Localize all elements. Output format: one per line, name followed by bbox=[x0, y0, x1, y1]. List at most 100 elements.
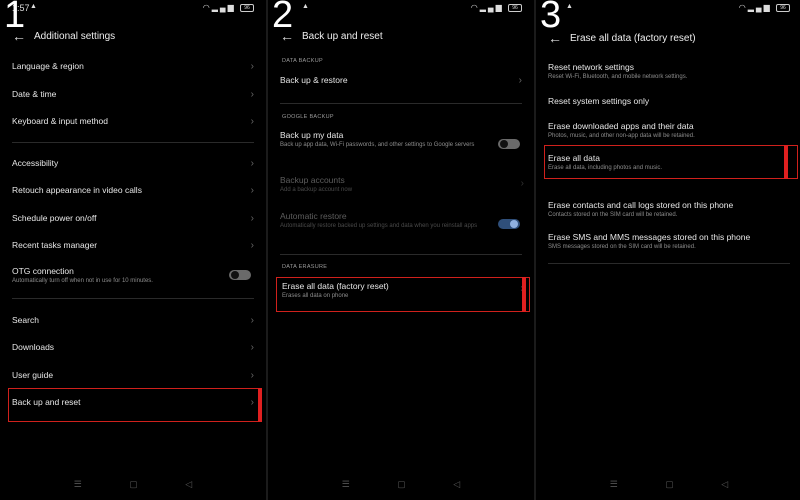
settings-row-language[interactable]: Language & region › bbox=[12, 52, 254, 80]
row-label: Erase contacts and call logs stored on t… bbox=[548, 200, 734, 210]
backup-restore-row[interactable]: Back up & restore › bbox=[280, 66, 522, 94]
signal-icon: ▂▄▆ bbox=[747, 3, 772, 12]
erase-apps-row[interactable]: Erase downloaded apps and their data Pho… bbox=[548, 121, 790, 141]
erase-contacts-row[interactable]: Erase contacts and call logs stored on t… bbox=[548, 200, 790, 220]
home-icon[interactable]: ▢ bbox=[397, 479, 406, 490]
divider bbox=[280, 103, 522, 104]
page-title: Additional settings bbox=[34, 30, 116, 42]
back-arrow-icon[interactable]: ← bbox=[280, 28, 302, 44]
divider bbox=[548, 263, 790, 264]
row-label: Language & region bbox=[12, 61, 84, 71]
highlight-box bbox=[276, 277, 530, 312]
reset-system-row[interactable]: Reset system settings only bbox=[548, 96, 790, 106]
settings-row-otg[interactable]: OTG connection Automatically turn off wh… bbox=[12, 266, 254, 286]
row-label: Downloads bbox=[12, 342, 55, 352]
row-label: Automatic restore bbox=[280, 211, 347, 221]
row-subtitle: Back up app data, Wi-Fi passwords, and o… bbox=[280, 142, 475, 148]
automatic-restore-row: Automatic restore Automatically restore … bbox=[280, 211, 490, 231]
settings-row-recent-tasks[interactable]: Recent tasks manager › bbox=[12, 231, 254, 259]
chevron-right-icon: › bbox=[250, 239, 254, 251]
signal-icon: ▂▄▆ bbox=[479, 3, 504, 12]
chevron-right-icon: › bbox=[518, 74, 522, 86]
row-subtitle: Automatically turn off when not in use f… bbox=[12, 278, 153, 284]
page-header: ← Erase all data (factory reset) bbox=[548, 29, 790, 47]
back-icon[interactable]: ◁ bbox=[453, 479, 460, 490]
page-title: Erase all data (factory reset) bbox=[570, 32, 696, 44]
settings-row-schedule-power[interactable]: Schedule power on/off › bbox=[12, 204, 254, 232]
alert-icon: ▲ bbox=[302, 3, 309, 10]
row-label: Retouch appearance in video calls bbox=[12, 185, 142, 195]
row-label: Accessibility bbox=[12, 158, 59, 168]
navigation-bar: ☰ ▢ ◁ bbox=[536, 479, 800, 490]
automatic-restore-toggle bbox=[498, 219, 520, 229]
panel-erase-all-data: ▲ ◠▂▄▆ 96 3 ← Erase all data (factory re… bbox=[536, 0, 800, 500]
back-icon[interactable]: ◁ bbox=[185, 479, 192, 490]
panel-additional-settings: 1:57 ▲ ◠▂▄▆ 96 1 ← Additional settings L… bbox=[0, 0, 266, 500]
menu-icon[interactable]: ☰ bbox=[74, 479, 82, 490]
battery-icon: 96 bbox=[240, 3, 254, 12]
wifi-icon: ◠ bbox=[470, 3, 480, 12]
back-arrow-icon[interactable]: ← bbox=[12, 28, 34, 44]
row-subtitle: Reset Wi-Fi, Bluetooth, and mobile netwo… bbox=[548, 74, 688, 80]
menu-icon[interactable]: ☰ bbox=[342, 479, 350, 490]
home-icon[interactable]: ▢ bbox=[129, 479, 138, 490]
alert-icon: ▲ bbox=[30, 3, 37, 10]
row-label: User guide bbox=[12, 370, 54, 380]
row-subtitle: SMS messages stored on the SIM card will… bbox=[548, 244, 696, 250]
row-label: Date & time bbox=[12, 89, 57, 99]
chevron-right-icon: › bbox=[250, 369, 254, 381]
otg-toggle[interactable] bbox=[229, 270, 251, 280]
row-label: Reset system settings only bbox=[548, 96, 650, 106]
page-header: ← Back up and reset bbox=[280, 27, 522, 45]
chevron-right-icon: › bbox=[250, 88, 254, 100]
navigation-bar: ☰ ▢ ◁ bbox=[0, 479, 266, 490]
toggle-knob bbox=[500, 140, 508, 148]
section-header: DATA ERASURE bbox=[282, 264, 328, 270]
row-label: Erase downloaded apps and their data bbox=[548, 121, 694, 131]
back-arrow-icon[interactable]: ← bbox=[548, 30, 570, 46]
menu-icon[interactable]: ☰ bbox=[610, 479, 618, 490]
status-bar: 1:57 ▲ ◠▂▄▆ 96 bbox=[0, 3, 266, 15]
toggle-knob bbox=[231, 271, 239, 279]
page-title: Back up and reset bbox=[302, 30, 383, 42]
panel-backup-reset: ▲ ◠▂▄▆ 96 2 ← Back up and reset DATA BAC… bbox=[268, 0, 534, 500]
backup-my-data-toggle[interactable] bbox=[498, 139, 520, 149]
wifi-icon: ◠ bbox=[202, 3, 212, 12]
settings-row-date[interactable]: Date & time › bbox=[12, 80, 254, 108]
settings-row-search[interactable]: Search › bbox=[12, 306, 254, 334]
erase-sms-row[interactable]: Erase SMS and MMS messages stored on thi… bbox=[548, 232, 790, 252]
chevron-right-icon: › bbox=[250, 184, 254, 196]
backup-accounts-row: Backup accounts Add a backup account now bbox=[280, 175, 522, 195]
settings-row-downloads[interactable]: Downloads › bbox=[12, 333, 254, 361]
chevron-right-icon: › bbox=[250, 60, 254, 72]
back-icon[interactable]: ◁ bbox=[721, 479, 728, 490]
row-label: Backup accounts bbox=[280, 175, 345, 185]
toggle-knob bbox=[510, 220, 518, 228]
settings-row-accessibility[interactable]: Accessibility › bbox=[12, 149, 254, 177]
chevron-right-icon: › bbox=[250, 212, 254, 224]
row-label: Schedule power on/off bbox=[12, 213, 97, 223]
row-subtitle: Automatically restore backed up settings… bbox=[280, 223, 478, 229]
divider bbox=[12, 142, 254, 143]
alert-icon: ▲ bbox=[566, 3, 573, 10]
home-icon[interactable]: ▢ bbox=[665, 479, 674, 490]
settings-row-user-guide[interactable]: User guide › bbox=[12, 361, 254, 389]
navigation-bar: ☰ ▢ ◁ bbox=[268, 479, 534, 490]
page-header: ← Additional settings bbox=[12, 27, 254, 45]
status-icons: ◠▂▄▆ 96 bbox=[739, 3, 790, 12]
backup-my-data-row[interactable]: Back up my data Back up app data, Wi-Fi … bbox=[280, 130, 490, 150]
status-bar: ▲ ◠▂▄▆ 96 bbox=[536, 3, 800, 15]
row-subtitle: Photos, music, and other non-app data wi… bbox=[548, 133, 695, 139]
section-header: DATA BACKUP bbox=[282, 58, 323, 64]
highlight-bar bbox=[784, 145, 788, 179]
highlight-box bbox=[544, 145, 798, 179]
divider bbox=[280, 254, 522, 255]
row-label: Back up my data bbox=[280, 130, 344, 140]
highlight-box bbox=[8, 388, 262, 422]
reset-network-row[interactable]: Reset network settings Reset Wi-Fi, Blue… bbox=[548, 62, 790, 82]
highlight-bar bbox=[258, 388, 262, 422]
status-icons: ◠▂▄▆ 96 bbox=[471, 3, 522, 12]
settings-row-keyboard[interactable]: Keyboard & input method › bbox=[12, 107, 254, 135]
signal-icon: ▂▄▆ bbox=[211, 3, 236, 12]
settings-row-retouch[interactable]: Retouch appearance in video calls › bbox=[12, 176, 254, 204]
